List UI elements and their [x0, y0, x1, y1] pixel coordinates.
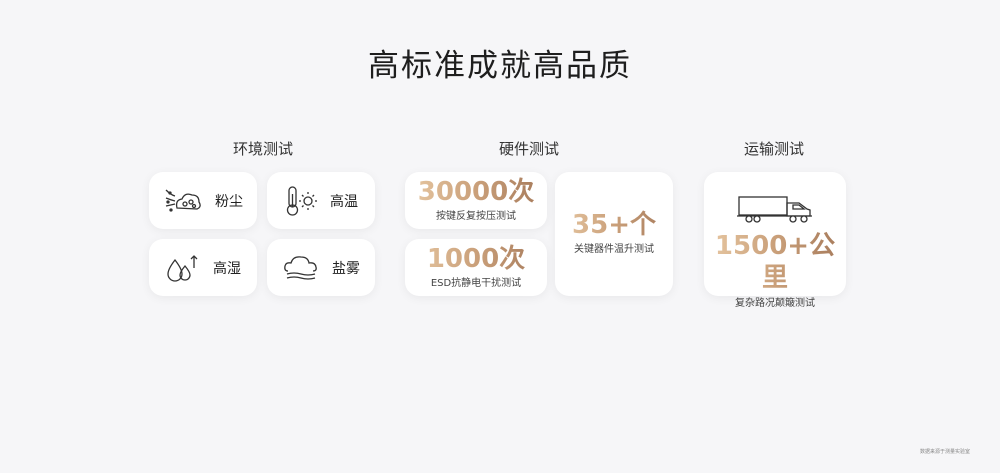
env-label-salt-fog: 盐雾 — [332, 260, 360, 277]
env-card-salt-fog: 盐雾 — [267, 239, 375, 296]
env-label-dust: 粉尘 — [215, 193, 243, 210]
env-card-high-temp: 高温 — [267, 172, 375, 229]
page-title: 高标准成就高品质 — [368, 48, 632, 84]
hardware-desc-temp-rise: 关键器件温升测试 — [574, 244, 654, 255]
transport-card: 1500+公里 复杂路况颠簸测试 — [704, 172, 846, 309]
env-card-dust: 粉尘 — [149, 172, 257, 229]
section-title-transport: 运输测试 — [743, 140, 804, 158]
humidity-icon — [165, 252, 201, 284]
transport-value: 1500+公里 — [704, 230, 846, 294]
hardware-card-esd: 1000次 ESD抗静电干扰测试 — [405, 239, 547, 296]
section-title-environment: 环境测试 — [232, 140, 293, 158]
hardware-card-temp-rise: 35+个 关键器件温升测试 — [555, 172, 673, 296]
hardware-value-esd: 1000次 — [405, 244, 547, 274]
env-label-high-humidity: 高湿 — [213, 260, 241, 277]
hardware-card-keypress: 30000次 按键反复按压测试 — [405, 172, 547, 229]
env-card-high-humidity: 高湿 — [149, 239, 257, 296]
thermometer-sun-icon — [284, 184, 318, 218]
hardware-value-keypress: 30000次 — [405, 177, 547, 207]
transport-desc: 复杂路况颠簸测试 — [735, 298, 815, 309]
hardware-value-temp-rise: 35+个 — [555, 210, 673, 240]
truck-icon — [735, 194, 815, 224]
hardware-desc-keypress: 按键反复按压测试 — [436, 211, 516, 222]
footer-note: 数据来源于测量实验室 — [919, 449, 970, 455]
section-title-hardware: 硬件测试 — [498, 140, 559, 158]
salt-fog-cloud-icon — [282, 253, 320, 283]
dust-icon — [163, 186, 203, 216]
hardware-desc-esd: ESD抗静电干扰测试 — [430, 278, 522, 289]
env-label-high-temp: 高温 — [330, 193, 358, 210]
